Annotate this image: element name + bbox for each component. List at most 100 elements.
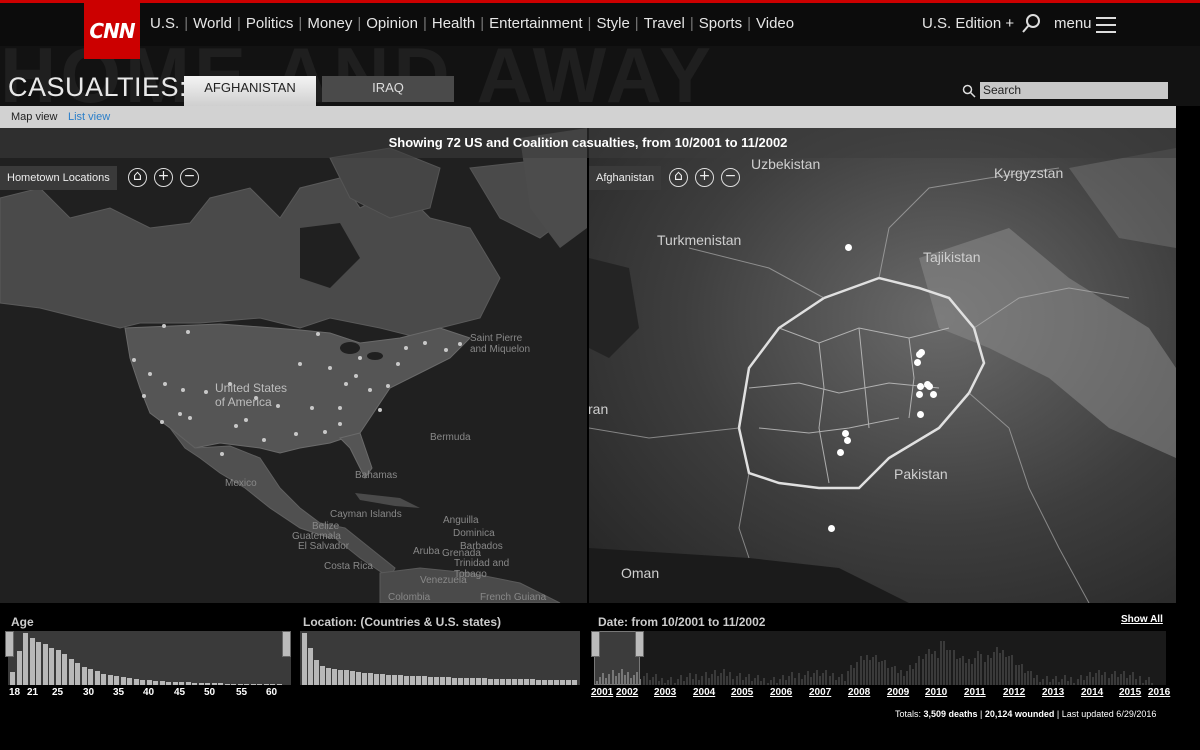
map-view-link[interactable]: Map view: [11, 111, 57, 123]
casualty-marker[interactable]: [458, 342, 462, 346]
tab-afghanistan[interactable]: AFGHANISTAN: [184, 76, 316, 106]
age-max-handle[interactable]: [282, 631, 291, 657]
afghanistan-map[interactable]: Uzbekistan Kyrgyzstan Turkmenistan Tajik…: [589, 128, 1176, 603]
zoom-in-button[interactable]: +: [154, 168, 173, 187]
casualty-marker[interactable]: [843, 436, 851, 444]
casualty-marker[interactable]: [160, 420, 164, 424]
year-tick-label[interactable]: 2004: [693, 687, 715, 698]
casualty-marker[interactable]: [244, 418, 248, 422]
casualty-marker[interactable]: [328, 366, 332, 370]
year-tick-label[interactable]: 2011: [964, 687, 986, 698]
casualty-marker[interactable]: [178, 412, 182, 416]
casualty-marker[interactable]: [148, 372, 152, 376]
casualty-marker[interactable]: [276, 404, 280, 408]
year-tick-label[interactable]: 2012: [1003, 687, 1025, 698]
home-icon[interactable]: ⌂: [669, 168, 688, 187]
casualty-marker[interactable]: [404, 346, 408, 350]
casualty-marker[interactable]: [220, 452, 224, 456]
home-icon[interactable]: ⌂: [128, 168, 147, 187]
casualty-marker[interactable]: [913, 358, 921, 366]
casualty-marker[interactable]: [836, 448, 844, 456]
year-tick-label[interactable]: 2001: [591, 687, 613, 698]
show-all-link[interactable]: Show All: [1121, 614, 1163, 625]
casualty-marker[interactable]: [916, 410, 924, 418]
year-tick-label[interactable]: 2003: [654, 687, 676, 698]
casualty-marker[interactable]: [929, 390, 937, 398]
casualty-marker[interactable]: [298, 362, 302, 366]
year-tick-label[interactable]: 2006: [770, 687, 792, 698]
zoom-out-button[interactable]: −: [721, 168, 740, 187]
edition-selector[interactable]: U.S. Edition +: [922, 15, 1014, 32]
casualty-marker[interactable]: [923, 380, 931, 388]
casualty-marker[interactable]: [181, 388, 185, 392]
casualty-marker[interactable]: [132, 358, 136, 362]
year-tick-label[interactable]: 2009: [887, 687, 909, 698]
year-tick-label[interactable]: 2005: [731, 687, 753, 698]
casualty-marker[interactable]: [338, 422, 342, 426]
casualty-marker[interactable]: [844, 243, 852, 251]
casualty-marker[interactable]: [396, 362, 400, 366]
date-max-handle[interactable]: [635, 631, 644, 657]
casualty-marker[interactable]: [234, 424, 238, 428]
casualty-marker[interactable]: [163, 382, 167, 386]
casualty-marker[interactable]: [316, 332, 320, 336]
casualty-marker[interactable]: [254, 396, 258, 400]
year-tick-label[interactable]: 2010: [925, 687, 947, 698]
search-input[interactable]: Search: [980, 82, 1168, 99]
nav-link-sports[interactable]: Sports: [699, 15, 742, 32]
casualty-marker[interactable]: [841, 429, 849, 437]
casualty-marker[interactable]: [142, 394, 146, 398]
list-view-link[interactable]: List view: [68, 111, 110, 123]
menu-label[interactable]: menu: [1054, 15, 1092, 32]
casualty-marker[interactable]: [444, 348, 448, 352]
casualty-marker[interactable]: [917, 348, 925, 356]
hamburger-icon[interactable]: [1096, 17, 1116, 33]
year-tick-label[interactable]: 2014: [1081, 687, 1103, 698]
year-tick-label[interactable]: 2008: [848, 687, 870, 698]
casualty-marker[interactable]: [378, 408, 382, 412]
nav-link-health[interactable]: Health: [432, 15, 475, 32]
zoom-in-button[interactable]: +: [695, 168, 714, 187]
date-histogram[interactable]: [591, 631, 1166, 685]
casualty-marker[interactable]: [423, 341, 427, 345]
casualty-marker[interactable]: [827, 524, 835, 532]
age-min-handle[interactable]: [5, 631, 14, 657]
cnn-logo[interactable]: CNN: [84, 3, 140, 59]
zoom-out-button[interactable]: −: [180, 168, 199, 187]
nav-link-money[interactable]: Money: [307, 15, 352, 32]
hometown-map[interactable]: United States of America Mexico Saint Pie…: [0, 128, 587, 603]
nav-link-video[interactable]: Video: [756, 15, 794, 32]
nav-link-world[interactable]: World: [193, 15, 232, 32]
casualty-marker[interactable]: [323, 430, 327, 434]
date-min-handle[interactable]: [591, 631, 600, 657]
casualty-marker[interactable]: [262, 438, 266, 442]
casualty-marker[interactable]: [344, 382, 348, 386]
year-tick-label[interactable]: 2016: [1148, 687, 1170, 698]
search-icon[interactable]: [1020, 13, 1042, 35]
age-histogram[interactable]: [5, 631, 291, 685]
year-tick-label[interactable]: 2015: [1119, 687, 1141, 698]
nav-link-style[interactable]: Style: [596, 15, 629, 32]
casualty-marker[interactable]: [358, 356, 362, 360]
year-tick-label[interactable]: 2013: [1042, 687, 1064, 698]
casualty-marker[interactable]: [916, 382, 924, 390]
casualty-marker[interactable]: [338, 406, 342, 410]
casualty-marker[interactable]: [294, 432, 298, 436]
nav-link-politics[interactable]: Politics: [246, 15, 294, 32]
casualty-marker[interactable]: [368, 388, 372, 392]
casualty-marker[interactable]: [204, 390, 208, 394]
casualty-marker[interactable]: [310, 406, 314, 410]
casualty-marker[interactable]: [186, 330, 190, 334]
year-tick-label[interactable]: 2002: [616, 687, 638, 698]
nav-link-opinion[interactable]: Opinion: [366, 15, 418, 32]
location-histogram[interactable]: [300, 631, 580, 685]
nav-link-us[interactable]: U.S.: [150, 15, 179, 32]
nav-link-travel[interactable]: Travel: [644, 15, 685, 32]
casualty-marker[interactable]: [915, 390, 923, 398]
year-tick-label[interactable]: 2007: [809, 687, 831, 698]
casualty-marker[interactable]: [162, 324, 166, 328]
casualty-marker[interactable]: [354, 374, 358, 378]
casualty-marker[interactable]: [386, 384, 390, 388]
casualty-marker[interactable]: [188, 416, 192, 420]
nav-link-entertainment[interactable]: Entertainment: [489, 15, 582, 32]
